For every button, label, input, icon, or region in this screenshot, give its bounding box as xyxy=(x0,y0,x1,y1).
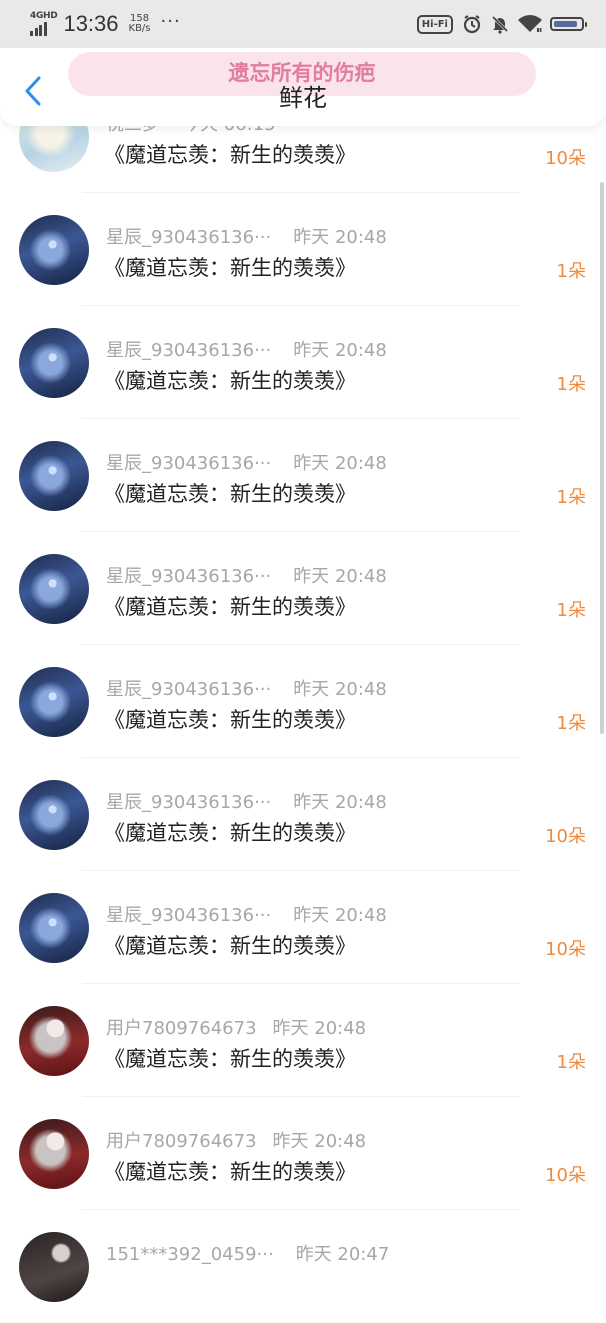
scrollbar[interactable] xyxy=(600,182,604,734)
flower-amount: 10朵 xyxy=(545,1165,586,1186)
user-name: 星辰_930436136··· xyxy=(106,679,272,700)
user-avatar[interactable] xyxy=(19,328,89,398)
item-time: 昨天 20:47 xyxy=(295,1244,390,1265)
user-avatar[interactable] xyxy=(19,780,89,850)
flower-amount: 10朵 xyxy=(545,148,586,169)
user-name: 星辰_930436136··· xyxy=(106,453,272,474)
list-item[interactable]: 星辰_930436136··· 昨天 20:48 《魔道忘羡：新生的羡羡》 10朵 xyxy=(0,758,606,871)
user-name: 用户7809764673 xyxy=(106,1131,257,1152)
item-meta: 151***392_0459··· 昨天 20:47 xyxy=(106,1240,389,1266)
book-title: 《魔道忘羡：新生的羡羡》 xyxy=(104,934,356,958)
list-item[interactable]: 星辰_930436136··· 昨天 20:48 《魔道忘羡：新生的羡羡》 1朵 xyxy=(0,532,606,645)
flower-amount: 10朵 xyxy=(545,939,586,960)
book-title: 《魔道忘羡：新生的羡羡》 xyxy=(104,1047,356,1071)
flower-amount: 1朵 xyxy=(556,1052,586,1073)
book-title: 《魔道忘羡：新生的羡羡》 xyxy=(104,1160,356,1184)
item-time: 昨天 20:48 xyxy=(293,453,387,474)
item-time: 昨天 20:48 xyxy=(293,227,387,248)
page-title: 鲜花 xyxy=(279,84,327,112)
user-name: 用户7809764673 xyxy=(106,1018,257,1039)
item-time: 昨天 20:48 xyxy=(293,905,387,926)
list-item[interactable]: 星辰_930436136··· 昨天 20:48 《魔道忘羡：新生的羡羡》 10朵 xyxy=(0,871,606,984)
item-meta: 用户7809764673 昨天 20:48 xyxy=(106,1014,366,1040)
user-name: 151***392_0459··· xyxy=(106,1244,274,1265)
item-meta: 星辰_930436136··· 昨天 20:48 xyxy=(106,336,387,362)
book-title: 《魔道忘羡：新生的羡羡》 xyxy=(104,369,356,393)
item-time: 昨天 20:48 xyxy=(272,1131,367,1152)
book-title: 《魔道忘羡：新生的羡羡》 xyxy=(104,143,356,167)
user-name: 星辰_930436136··· xyxy=(106,792,272,813)
user-name: 星辰_930436136··· xyxy=(106,227,272,248)
item-time: 昨天 20:48 xyxy=(293,792,387,813)
flower-amount: 1朵 xyxy=(556,487,586,508)
list-item[interactable]: 151***392_0459··· 昨天 20:47 xyxy=(0,1210,606,1323)
user-name: 星辰_930436136··· xyxy=(106,566,272,587)
flower-record-list[interactable]: 悦三梦今天 06:15 《魔道忘羡：新生的羡羡》 10朵 星辰_93043613… xyxy=(0,0,606,1302)
item-time: 昨天 20:48 xyxy=(293,679,387,700)
book-title: 《魔道忘羡：新生的羡羡》 xyxy=(104,595,356,619)
user-avatar[interactable] xyxy=(19,215,89,285)
item-time: 昨天 20:48 xyxy=(293,566,387,587)
list-item[interactable]: 星辰_930436136··· 昨天 20:48 《魔道忘羡：新生的羡羡》 1朵 xyxy=(0,306,606,419)
user-avatar[interactable] xyxy=(19,1232,89,1302)
user-name: 星辰_930436136··· xyxy=(106,905,272,926)
flower-amount: 10朵 xyxy=(545,826,586,847)
item-meta: 星辰_930436136··· 昨天 20:48 xyxy=(106,449,387,475)
user-avatar[interactable] xyxy=(19,554,89,624)
list-item[interactable]: 用户7809764673 昨天 20:48 《魔道忘羡：新生的羡羡》 10朵 xyxy=(0,1097,606,1210)
list-item[interactable]: 用户7809764673 昨天 20:48 《魔道忘羡：新生的羡羡》 1朵 xyxy=(0,984,606,1097)
list-item[interactable]: 星辰_930436136··· 昨天 20:48 《魔道忘羡：新生的羡羡》 1朵 xyxy=(0,645,606,758)
user-avatar[interactable] xyxy=(19,1006,89,1076)
list-item[interactable]: 星辰_930436136··· 昨天 20:48 《魔道忘羡：新生的羡羡》 1朵 xyxy=(0,419,606,532)
list-item[interactable]: 星辰_930436136··· 昨天 20:48 《魔道忘羡：新生的羡羡》 1朵 xyxy=(0,193,606,306)
flower-amount: 1朵 xyxy=(556,261,586,282)
flower-amount: 1朵 xyxy=(556,713,586,734)
user-avatar[interactable] xyxy=(19,1119,89,1189)
user-avatar[interactable] xyxy=(19,667,89,737)
nav-header: 遗忘所有的伤疤 鲜花 xyxy=(0,48,606,126)
user-avatar[interactable] xyxy=(19,441,89,511)
user-name: 星辰_930436136··· xyxy=(106,340,272,361)
book-title: 《魔道忘羡：新生的羡羡》 xyxy=(104,256,356,280)
item-meta: 星辰_930436136··· 昨天 20:48 xyxy=(106,562,387,588)
item-time: 昨天 20:48 xyxy=(272,1018,367,1039)
user-avatar[interactable] xyxy=(19,893,89,963)
flower-amount: 1朵 xyxy=(556,374,586,395)
item-meta: 星辰_930436136··· 昨天 20:48 xyxy=(106,788,387,814)
item-meta: 星辰_930436136··· 昨天 20:48 xyxy=(106,223,387,249)
item-meta: 星辰_930436136··· 昨天 20:48 xyxy=(106,675,387,701)
book-title: 《魔道忘羡：新生的羡羡》 xyxy=(104,821,356,845)
item-meta: 用户7809764673 昨天 20:48 xyxy=(106,1127,366,1153)
item-time: 昨天 20:48 xyxy=(293,340,387,361)
book-title: 《魔道忘羡：新生的羡羡》 xyxy=(104,482,356,506)
flower-amount: 1朵 xyxy=(556,600,586,621)
book-title: 《魔道忘羡：新生的羡羡》 xyxy=(104,708,356,732)
item-meta: 星辰_930436136··· 昨天 20:48 xyxy=(106,901,387,927)
